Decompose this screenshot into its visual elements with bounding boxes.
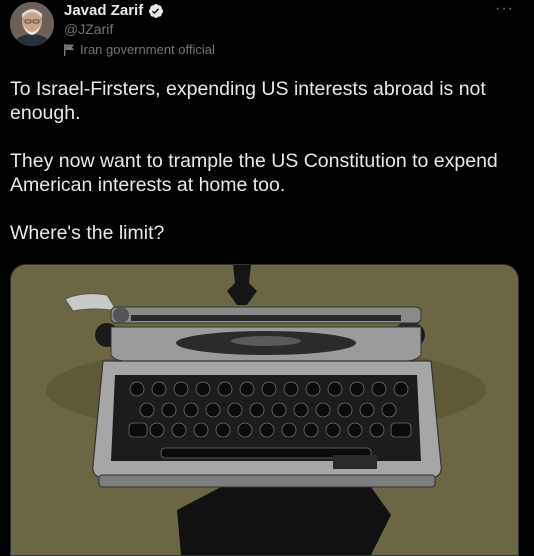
tweet-media-image[interactable] [10,264,519,556]
avatar-portrait [10,2,54,46]
author-name-row: Javad Zarif [64,2,164,19]
affiliation-label-text: Iran government official [80,42,215,57]
avatar[interactable] [10,2,54,46]
tweet-paragraph: Where's the limit? [10,222,165,244]
typewriter-image [11,265,518,555]
tweet: Javad Zarif @JZarif Iran government offi… [0,0,534,556]
verified-badge-icon [148,3,164,19]
tweet-text: To Israel-Firsters, expending US interes… [10,77,525,269]
more-options-icon[interactable]: ··· [495,0,514,18]
author-name[interactable]: Javad Zarif [64,2,143,19]
author-handle[interactable]: @JZarif [64,21,113,37]
tweet-paragraph: They now want to trample the US Constitu… [10,150,498,196]
affiliation-label: Iran government official [64,42,215,57]
flag-icon [64,43,75,56]
tweet-paragraph: To Israel-Firsters, expending US interes… [10,78,486,124]
